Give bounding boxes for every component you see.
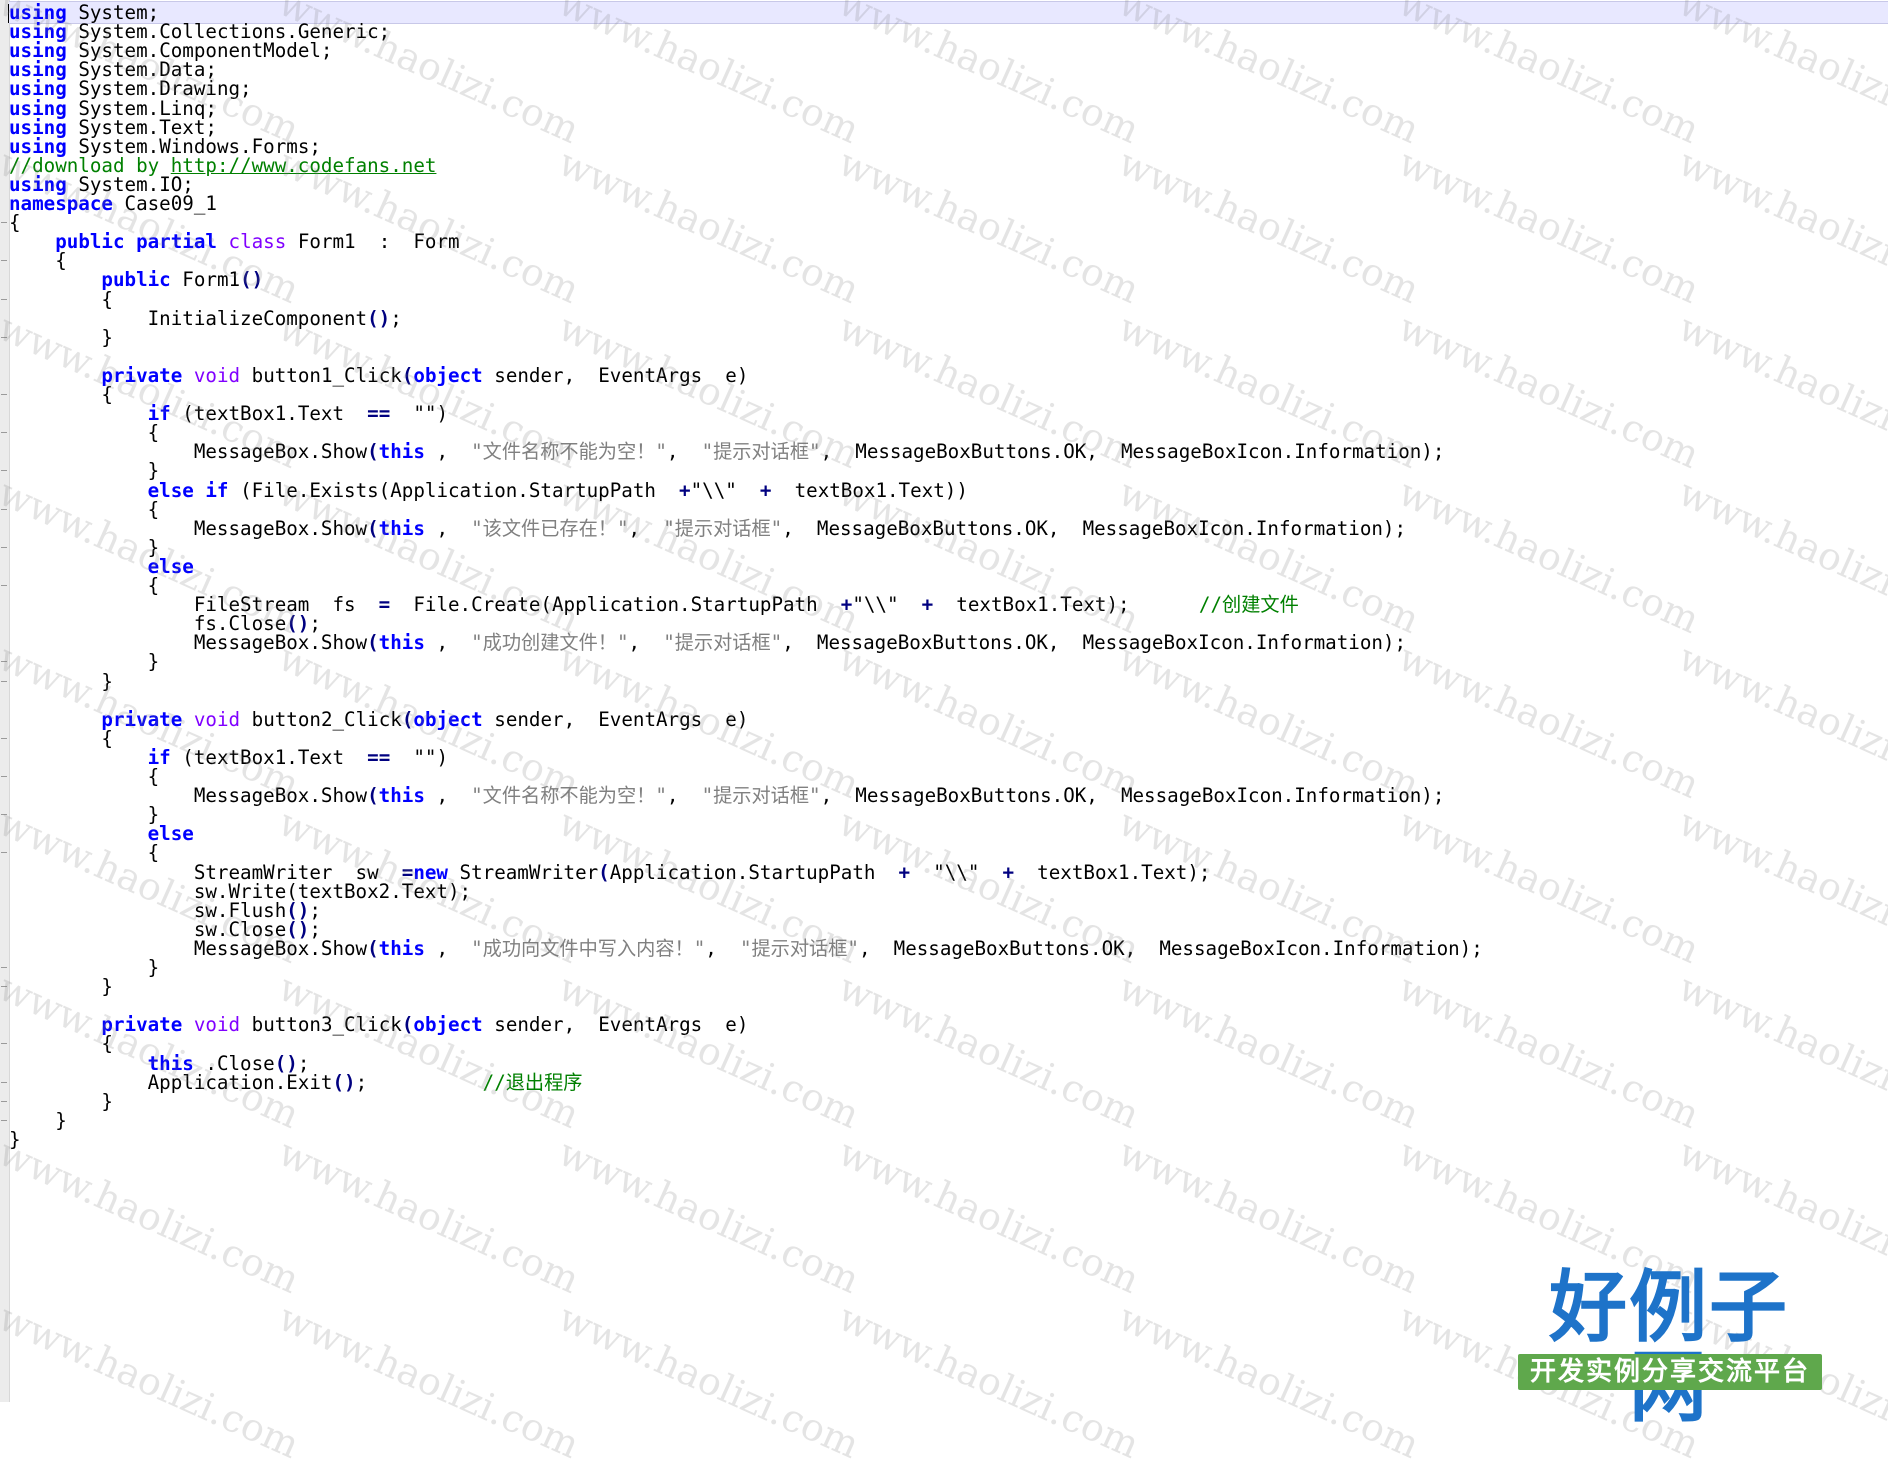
fold-marker[interactable] (1, 546, 7, 548)
code-editor[interactable]: using System; using System.Collections.Ge… (0, 0, 1888, 1402)
logo-title: 好例子网 (1548, 1263, 1789, 1428)
site-logo: 好例子网 开发实例分享交流平台 (1510, 1268, 1828, 1428)
fold-marker[interactable] (1, 394, 7, 395)
fold-marker[interactable] (1, 298, 7, 300)
fold-marker[interactable] (1, 680, 7, 682)
fold-marker[interactable] (1, 222, 7, 224)
fold-marker[interactable] (1, 986, 7, 988)
fold-marker[interactable] (1, 967, 7, 968)
fold-marker[interactable] (1, 1100, 7, 1102)
fold-marker[interactable] (1, 661, 7, 663)
code-token: } (9, 1127, 21, 1151)
fold-marker[interactable] (1, 776, 7, 777)
fold-marker[interactable] (1, 852, 7, 854)
logo-subtitle: 开发实例分享交流平台 (1518, 1354, 1822, 1390)
fold-marker[interactable] (1, 1043, 7, 1045)
fold-marker[interactable] (1, 1119, 7, 1121)
code-area[interactable]: using System; using System.Collections.Ge… (8, 0, 1888, 1402)
fold-marker[interactable] (1, 1081, 7, 1083)
fold-marker[interactable] (1, 508, 7, 510)
fold-marker[interactable] (1, 470, 7, 472)
fold-marker[interactable] (1, 432, 7, 434)
fold-marker[interactable] (1, 814, 7, 816)
fold-marker[interactable] (1, 260, 7, 262)
fold-marker[interactable] (1, 336, 7, 338)
code-line[interactable]: } (9, 1128, 1888, 1151)
fold-marker[interactable] (1, 737, 7, 739)
fold-marker[interactable] (1, 585, 7, 586)
